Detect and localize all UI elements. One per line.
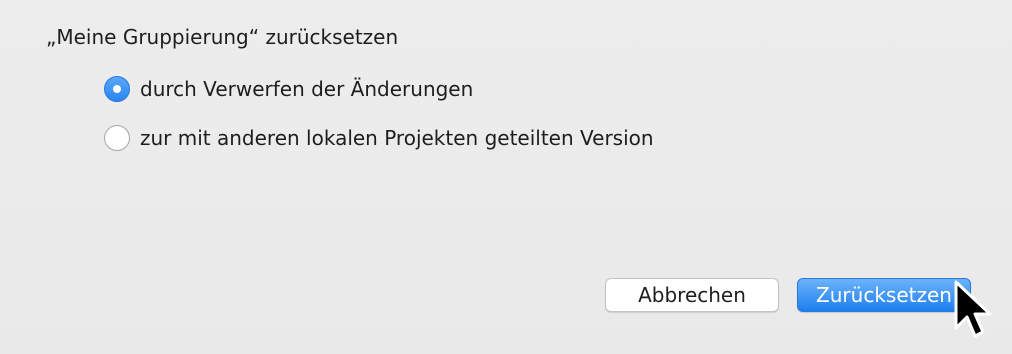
radio-button-unselected[interactable] — [104, 125, 130, 151]
option-label: zur mit anderen lokalen Projekten geteil… — [140, 126, 654, 150]
option-label: durch Verwerfen der Änderungen — [140, 77, 474, 101]
option-discard-changes[interactable]: durch Verwerfen der Änderungen — [104, 75, 473, 103]
reset-button[interactable]: Zurücksetzen — [797, 278, 971, 312]
reset-grouping-dialog: „Meine Gruppierung“ zurücksetzen durch V… — [0, 0, 1012, 354]
option-shared-version[interactable]: zur mit anderen lokalen Projekten geteil… — [104, 124, 654, 152]
dialog-title: „Meine Gruppierung“ zurücksetzen — [46, 25, 399, 49]
radio-button-selected[interactable] — [104, 76, 130, 102]
cancel-button[interactable]: Abbrechen — [605, 278, 779, 312]
